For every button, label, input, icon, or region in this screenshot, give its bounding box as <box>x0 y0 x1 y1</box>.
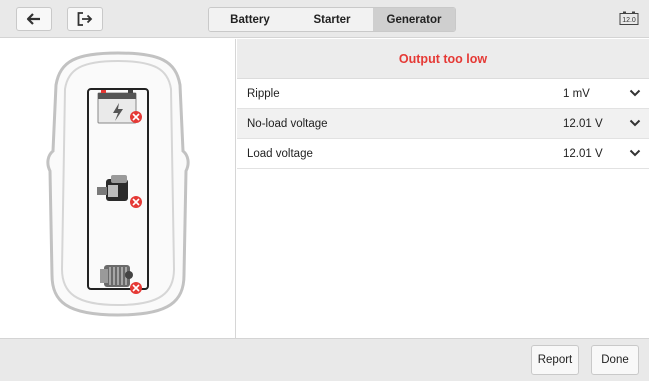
bottom-toolbar: Report Done <box>0 338 649 381</box>
chevron-down-icon[interactable] <box>629 148 641 158</box>
tab-starter-label: Starter <box>313 13 351 26</box>
reading-row-load-voltage[interactable]: Load voltage 12.01 V <box>237 139 649 169</box>
test-tabs: Battery Starter Generator <box>208 7 456 32</box>
chevron-down-icon[interactable] <box>629 88 641 98</box>
done-button[interactable]: Done <box>591 345 639 375</box>
tab-generator[interactable]: Generator <box>373 8 455 31</box>
error-badge-icon <box>130 196 142 208</box>
back-button[interactable] <box>16 7 52 31</box>
battery-voltage-icon: 12.0 <box>619 11 639 25</box>
reading-value: 12.01 V <box>563 117 603 130</box>
vehicle-diagram <box>46 51 190 317</box>
done-button-label: Done <box>601 354 629 366</box>
battery-voltage-text: 12.0 <box>622 17 636 24</box>
vehicle-diagram-panel <box>0 39 236 338</box>
tab-battery-label: Battery <box>230 13 270 26</box>
tab-battery[interactable]: Battery <box>209 8 291 31</box>
reading-label: Load voltage <box>247 147 313 160</box>
status-text: Output too low <box>398 51 488 66</box>
tab-generator-label: Generator <box>386 13 442 26</box>
reading-row-ripple[interactable]: Ripple 1 mV <box>237 79 649 109</box>
exit-button[interactable] <box>67 7 103 31</box>
error-badge-icon <box>130 282 142 294</box>
reading-value: 12.01 V <box>563 147 603 160</box>
reading-row-no-load-voltage[interactable]: No-load voltage 12.01 V <box>237 109 649 139</box>
results-panel: Output too low Ripple 1 mV No-load volta… <box>237 39 649 338</box>
report-button[interactable]: Report <box>531 345 579 375</box>
reading-label: Ripple <box>247 87 280 100</box>
generator-component <box>100 265 133 287</box>
arrow-left-icon <box>26 13 40 25</box>
reading-value: 1 mV <box>563 87 590 100</box>
top-toolbar: Battery Starter Generator 12.0 <box>0 0 649 38</box>
chevron-down-icon[interactable] <box>629 118 641 128</box>
exit-icon <box>77 12 93 26</box>
report-button-label: Report <box>537 354 573 366</box>
status-header: Output too low <box>237 39 649 79</box>
tab-starter[interactable]: Starter <box>291 8 373 31</box>
error-badge-icon <box>130 111 142 123</box>
reading-label: No-load voltage <box>247 117 328 130</box>
